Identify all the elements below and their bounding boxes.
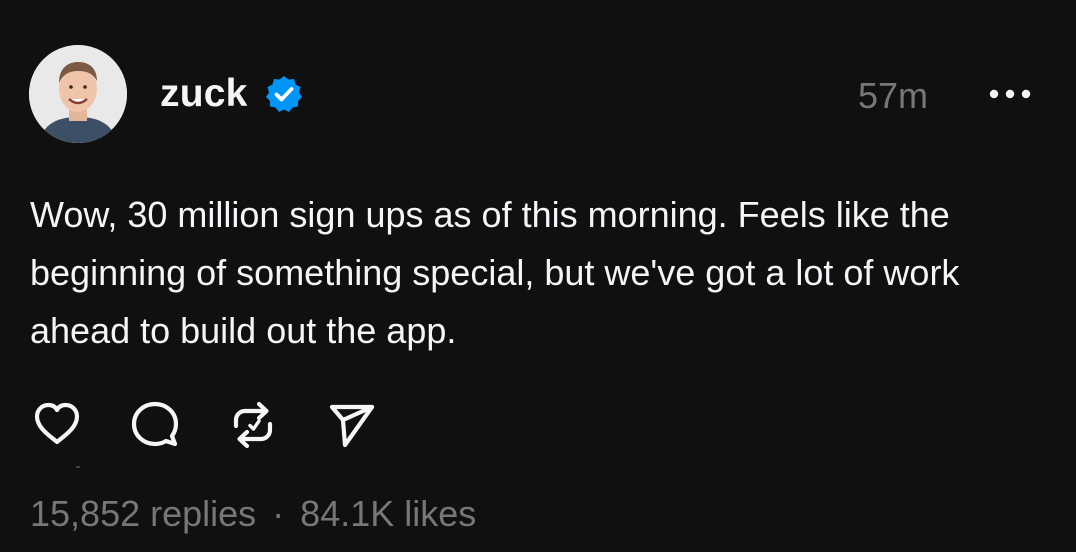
- like-button[interactable]: [30, 398, 84, 452]
- likes-count[interactable]: 84.1K likes: [300, 493, 476, 534]
- replies-count[interactable]: 15,852 replies: [30, 493, 256, 534]
- repost-button[interactable]: [226, 398, 280, 452]
- username[interactable]: zuck: [160, 70, 248, 118]
- more-options-icon[interactable]: [982, 76, 1038, 112]
- avatar[interactable]: [29, 45, 127, 143]
- stats-separator: ·: [272, 493, 285, 534]
- heart-icon: [34, 402, 80, 445]
- post-stats: 15,852 replies · 84.1K likes: [30, 489, 476, 539]
- thread-line-stub: [76, 466, 80, 468]
- share-button[interactable]: [324, 398, 378, 452]
- timestamp: 57m: [858, 75, 929, 116]
- comment-icon: [131, 401, 179, 447]
- reply-button[interactable]: [128, 398, 182, 452]
- thread-post: zuck 57m Wow, 30 million sign ups as of …: [0, 0, 1076, 552]
- avatar-image: [29, 45, 127, 143]
- repost-icon: [233, 401, 273, 449]
- post-text: Wow, 30 million sign ups as of this morn…: [30, 194, 960, 351]
- verified-badge-icon: [264, 74, 304, 114]
- send-icon: [329, 404, 375, 448]
